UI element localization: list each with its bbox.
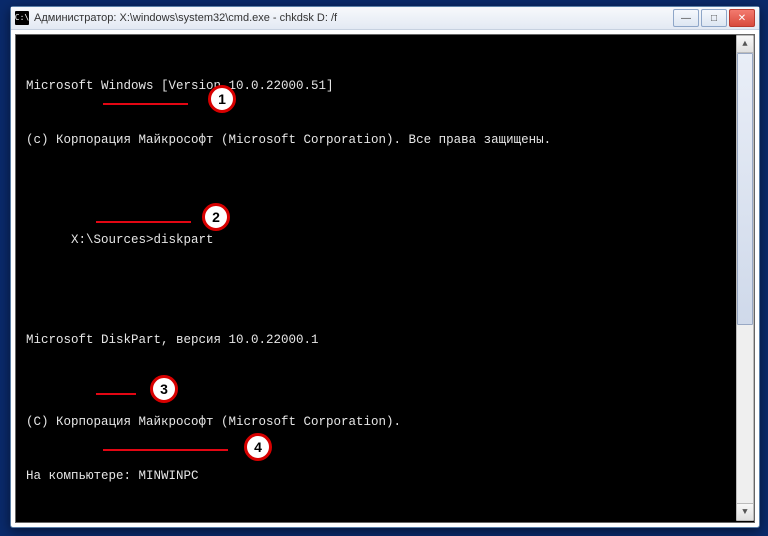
prompt-1: X:\Sources> [71,233,154,247]
annotation-underline-3 [96,393,136,395]
diskpart-host: На компьютере: MINWINPC [26,467,744,485]
console-output[interactable]: Microsoft Windows [Version 10.0.22000.51… [15,34,755,523]
scroll-up-button[interactable]: ▲ [737,36,753,53]
annotation-underline-4 [103,449,228,451]
maximize-button[interactable]: □ [701,9,727,27]
diskpart-copyright: (C) Корпорация Майкрософт (Microsoft Cor… [26,413,744,431]
diskpart-version: Microsoft DiskPart, версия 10.0.22000.1 [26,331,744,349]
callout-3: 3 [150,375,178,403]
annotation-underline-2 [96,221,191,223]
annotation-underline-1 [103,103,188,105]
vertical-scrollbar[interactable]: ▲ ▼ [736,35,754,521]
callout-2: 2 [202,203,230,231]
window-title: Администратор: X:\windows\system32\cmd.e… [34,12,673,24]
cmd-window: C:\ Администратор: X:\windows\system32\c… [10,6,760,528]
cmd-icon: C:\ [15,11,29,25]
scroll-down-button[interactable]: ▼ [737,503,753,520]
titlebar[interactable]: C:\ Администратор: X:\windows\system32\c… [11,7,759,30]
copyright-line: (c) Корпорация Майкрософт (Microsoft Cor… [26,131,744,149]
callout-4: 4 [244,433,272,461]
close-button[interactable]: ✕ [729,9,755,27]
scroll-track[interactable] [737,53,753,503]
callout-1: 1 [208,85,236,113]
minimize-button[interactable]: — [673,9,699,27]
cmd-diskpart: diskpart [154,233,214,247]
scroll-thumb[interactable] [737,53,753,325]
ms-version-line: Microsoft Windows [Version 10.0.22000.51… [26,77,744,95]
